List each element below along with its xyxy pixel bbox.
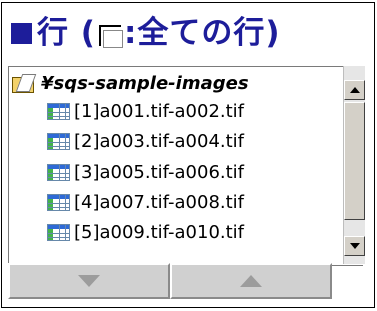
move-down-button[interactable] bbox=[8, 263, 170, 299]
vertical-scrollbar[interactable] bbox=[343, 66, 365, 264]
scroll-up-button[interactable] bbox=[344, 80, 365, 100]
list-item[interactable]: [5]a009.tif-a010.tif bbox=[47, 218, 244, 246]
list-item-label: [4]a007.tif-a008.tif bbox=[74, 191, 245, 213]
folder-label: ¥sqs-sample-images bbox=[41, 72, 249, 94]
chevron-up-icon bbox=[349, 87, 360, 93]
move-buttons bbox=[8, 263, 363, 299]
list-item-label: [2]a003.tif-a004.tif bbox=[74, 130, 245, 152]
square-icon bbox=[11, 23, 32, 44]
arrow-up-icon bbox=[240, 275, 262, 287]
title-prefix: 行 ( bbox=[37, 15, 96, 51]
table-icon bbox=[47, 163, 70, 181]
table-icon bbox=[47, 223, 70, 241]
list-item[interactable]: [1]a001.tif-a002.tif bbox=[47, 97, 244, 125]
list-item-label: [1]a001.tif-a002.tif bbox=[74, 100, 245, 122]
panel-title: 行 ( :全ての行) bbox=[37, 10, 281, 56]
table-icon bbox=[47, 193, 70, 211]
list-item-label: [5]a009.tif-a010.tif bbox=[74, 221, 245, 243]
list-item[interactable]: [2]a003.tif-a004.tif bbox=[47, 127, 244, 155]
folder-item[interactable]: ¥sqs-sample-images bbox=[11, 69, 249, 97]
title-suffix: :全ての行) bbox=[123, 15, 281, 51]
table-icon bbox=[47, 132, 70, 150]
list-item-label: [3]a005.tif-a006.tif bbox=[74, 161, 245, 183]
chevron-down-icon bbox=[349, 243, 360, 249]
list-item[interactable]: [4]a007.tif-a008.tif bbox=[47, 188, 244, 216]
arrow-down-icon bbox=[78, 275, 100, 287]
rows-list[interactable]: ¥sqs-sample-images [1]a001.tif-a002.tif … bbox=[8, 66, 363, 266]
panel-header: 行 ( :全ての行) bbox=[2, 3, 374, 63]
move-up-button[interactable] bbox=[170, 263, 332, 299]
checkbox-icon[interactable] bbox=[97, 24, 123, 48]
list-item[interactable]: [3]a005.tif-a006.tif bbox=[47, 158, 244, 186]
scroll-thumb[interactable] bbox=[344, 102, 365, 220]
folder-icon bbox=[11, 72, 37, 94]
table-icon bbox=[47, 102, 70, 120]
scroll-down-button[interactable] bbox=[344, 236, 365, 256]
